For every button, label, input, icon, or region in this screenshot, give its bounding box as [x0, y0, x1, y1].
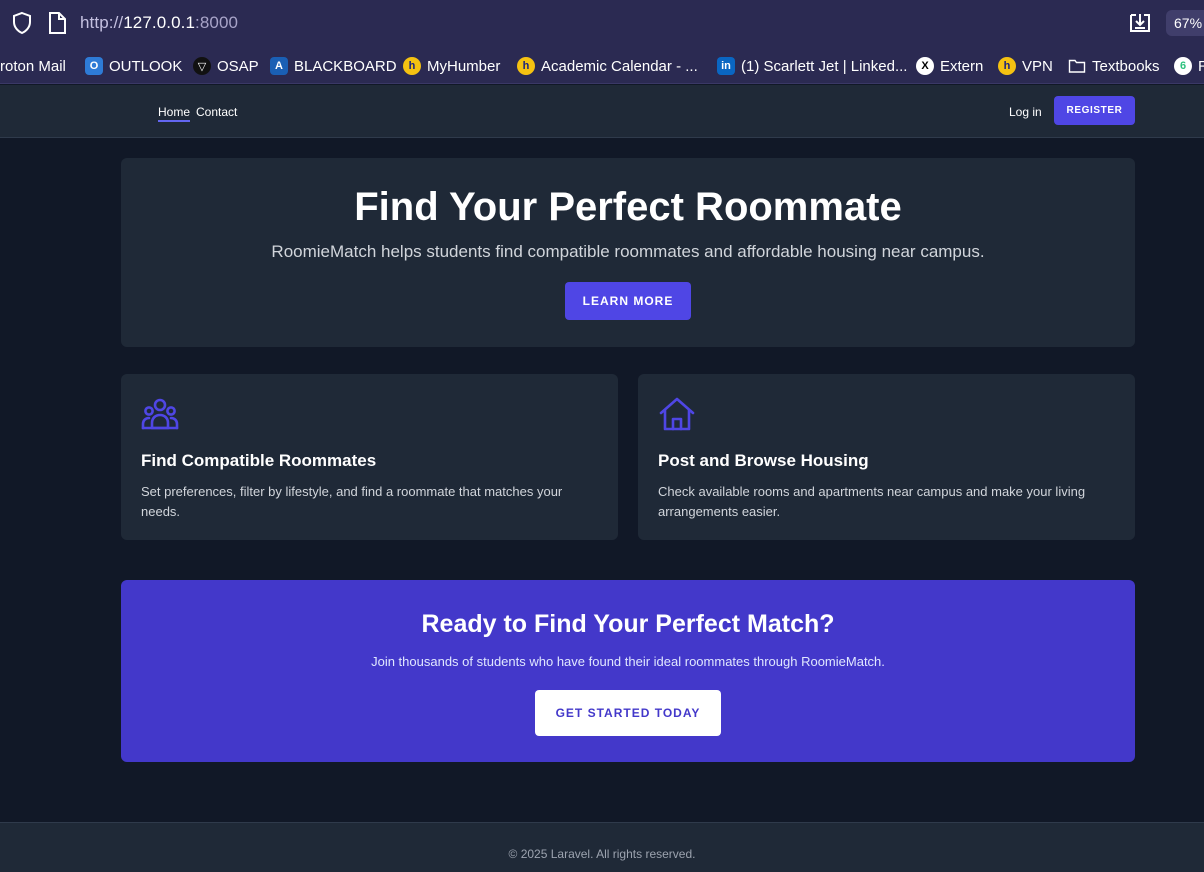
users-group-icon: [141, 398, 179, 430]
bookmark-label: OUTLOOK: [109, 57, 183, 75]
cta-section: Ready to Find Your Perfect Match? Join t…: [121, 580, 1135, 762]
nav-contact-link[interactable]: Contact: [196, 105, 237, 119]
hero-title: Find Your Perfect Roommate: [354, 185, 902, 229]
hero-subtitle: RoomieMatch helps students find compatib…: [271, 242, 985, 261]
nav-home-link[interactable]: Home: [158, 105, 191, 122]
bookmark-blackboard[interactable]: A BLACKBOARD: [270, 56, 397, 76]
feature-card-housing: Post and Browse Housing Check available …: [638, 374, 1135, 540]
zoom-level[interactable]: 67%: [1166, 10, 1204, 36]
bookmark-extern[interactable]: X Extern: [916, 56, 983, 76]
bookmark-label: MyHumber: [427, 57, 501, 75]
linkedin-icon: in: [717, 57, 735, 75]
x-icon: X: [916, 57, 934, 75]
humber-icon: h: [517, 57, 535, 75]
bookmark-label: Academic Calendar - ...: [541, 57, 698, 75]
bookmark-label: R: [1198, 57, 1204, 75]
get-started-button[interactable]: GET STARTED TODAY: [535, 690, 721, 736]
feature-description: Check available rooms and apartments nea…: [658, 484, 1086, 519]
bookmark-label: OSAP: [217, 57, 259, 75]
blackboard-icon: A: [270, 57, 288, 75]
bookmark-linkedin[interactable]: in (1) Scarlett Jet | Linked...: [717, 56, 907, 76]
bookmark-label: BLACKBOARD: [294, 57, 397, 75]
site-footer: © 2025 Laravel. All rights reserved.: [0, 822, 1204, 872]
bookmark-academic-calendar[interactable]: h Academic Calendar - ...: [517, 56, 698, 76]
green-icon: 6: [1174, 57, 1192, 75]
bookmark-myhumber[interactable]: h MyHumber: [403, 56, 500, 76]
page-icon: [49, 12, 66, 34]
humber-icon: h: [403, 57, 421, 75]
bookmark-label: Textbooks: [1092, 57, 1160, 75]
feature-description: Set preferences, filter by lifestyle, an…: [141, 484, 563, 519]
url-text[interactable]: http://127.0.0.1:8000: [80, 13, 238, 33]
osap-icon: ▽: [193, 57, 211, 75]
shield-icon[interactable]: [10, 11, 34, 35]
home-icon: [659, 397, 695, 431]
register-button[interactable]: REGISTER: [1054, 96, 1135, 125]
learn-more-button[interactable]: LEARN MORE: [565, 282, 691, 320]
url-scheme: http://: [80, 13, 124, 32]
footer-copyright: © 2025 Laravel. All rights reserved.: [508, 847, 696, 861]
bookmark-osap[interactable]: ▽ OSAP: [193, 56, 259, 76]
bookmark-label: Extern: [940, 57, 984, 75]
folder-icon: [1068, 59, 1086, 73]
bookmark-label: roton Mail: [0, 57, 66, 75]
bookmark-vpn[interactable]: h VPN: [998, 56, 1053, 76]
feature-card-roommates: Find Compatible Roommates Set preference…: [121, 374, 618, 540]
download-icon[interactable]: [1128, 11, 1152, 35]
site-navbar: Home Contact Log in REGISTER: [0, 85, 1204, 138]
bookmark-textbooks[interactable]: Textbooks: [1068, 56, 1160, 76]
bookmark-outlook[interactable]: O OUTLOOK: [85, 56, 182, 76]
hero-section: Find Your Perfect Roommate RoomieMatch h…: [121, 158, 1135, 347]
bookmarks-bar: roton Mail O OUTLOOK ▽ OSAP A BLACKBOARD…: [0, 48, 1204, 84]
outlook-icon: O: [85, 57, 103, 75]
cta-title: Ready to Find Your Perfect Match?: [421, 610, 835, 638]
cta-text: Join thousands of students who have foun…: [371, 654, 885, 669]
feature-title: Post and Browse Housing: [658, 451, 869, 470]
bookmark-label: (1) Scarlett Jet | Linked...: [741, 57, 908, 75]
feature-title: Find Compatible Roommates: [141, 451, 377, 470]
login-link[interactable]: Log in: [1009, 105, 1042, 119]
url-host: 127.0.0.1: [123, 13, 196, 32]
bookmark-r[interactable]: 6 R: [1174, 56, 1204, 76]
bookmark-proton-mail[interactable]: roton Mail: [0, 56, 66, 76]
address-bar[interactable]: http://127.0.0.1:8000 67%: [0, 0, 1204, 48]
url-port: :8000: [195, 13, 239, 32]
vpn-icon: h: [998, 57, 1016, 75]
bookmark-label: VPN: [1022, 57, 1053, 75]
